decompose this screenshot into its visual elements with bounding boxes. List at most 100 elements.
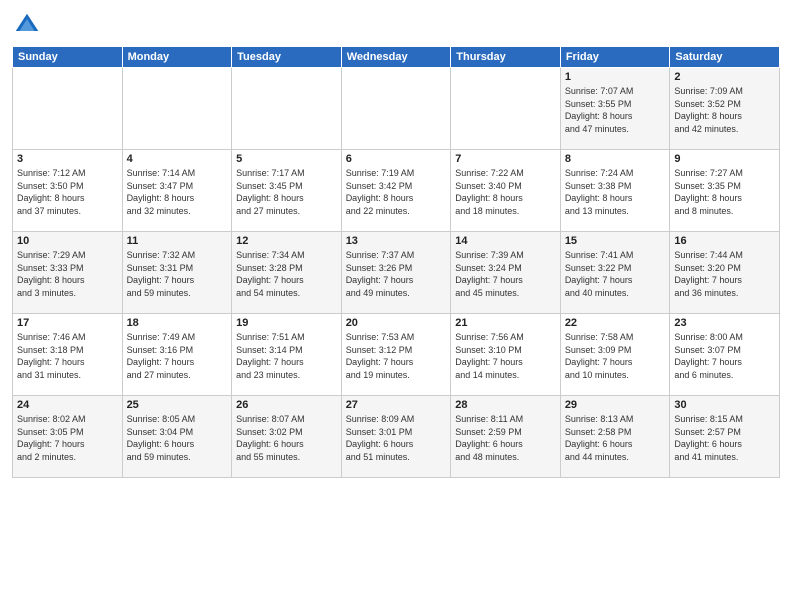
day-number: 19 <box>236 317 337 329</box>
logo-icon <box>12 10 42 40</box>
day-number: 17 <box>17 317 118 329</box>
week-row-5: 24Sunrise: 8:02 AM Sunset: 3:05 PM Dayli… <box>13 396 780 478</box>
calendar-cell: 3 Sunrise: 7:12 AM Sunset: 3:50 PM Daylig… <box>13 150 123 232</box>
weekday-header-wednesday: Wednesday <box>341 47 451 68</box>
day-number: 16 <box>674 235 775 247</box>
day-info: Sunrise: 7:44 AM Sunset: 3:20 PM Dayligh… <box>674 249 775 299</box>
calendar-cell <box>451 68 561 150</box>
day-info: Sunrise: 8:09 AM Sunset: 3:01 PM Dayligh… <box>346 413 447 463</box>
day-number: 27 <box>346 399 447 411</box>
day-number: 22 <box>565 317 666 329</box>
weekday-header-saturday: Saturday <box>670 47 780 68</box>
day-info: Sunrise: 7:19 AM Sunset: 3:42 PM Dayligh… <box>346 167 447 217</box>
calendar-cell <box>341 68 451 150</box>
calendar-cell: 11 Sunrise: 7:32 AM Sunset: 3:31 PM Dayli… <box>122 232 232 314</box>
day-number: 25 <box>127 399 228 411</box>
logo <box>12 10 46 40</box>
day-info: Sunrise: 7:37 AM Sunset: 3:26 PM Dayligh… <box>346 249 447 299</box>
calendar-cell: 12 Sunrise: 7:34 AM Sunset: 3:28 PM Dayli… <box>232 232 342 314</box>
day-number: 24 <box>17 399 118 411</box>
day-info: Sunrise: 7:22 AM Sunset: 3:40 PM Dayligh… <box>455 167 556 217</box>
day-info: Sunrise: 8:00 AM Sunset: 3:07 PM Dayligh… <box>674 331 775 381</box>
day-info: Sunrise: 7:12 AM Sunset: 3:50 PM Dayligh… <box>17 167 118 217</box>
day-number: 2 <box>674 71 775 83</box>
day-info: Sunrise: 8:05 AM Sunset: 3:04 PM Dayligh… <box>127 413 228 463</box>
calendar-cell <box>122 68 232 150</box>
weekday-header-row: SundayMondayTuesdayWednesdayThursdayFrid… <box>13 47 780 68</box>
calendar-cell: 8 Sunrise: 7:24 AM Sunset: 3:38 PM Daylig… <box>560 150 670 232</box>
day-info: Sunrise: 7:14 AM Sunset: 3:47 PM Dayligh… <box>127 167 228 217</box>
week-row-1: 1Sunrise: 7:07 AM Sunset: 3:55 PM Daylig… <box>13 68 780 150</box>
day-number: 7 <box>455 153 556 165</box>
calendar-cell: 26 Sunrise: 8:07 AM Sunset: 3:02 PM Dayli… <box>232 396 342 478</box>
day-number: 10 <box>17 235 118 247</box>
day-number: 6 <box>346 153 447 165</box>
day-info: Sunrise: 7:34 AM Sunset: 3:28 PM Dayligh… <box>236 249 337 299</box>
weekday-header-monday: Monday <box>122 47 232 68</box>
day-number: 12 <box>236 235 337 247</box>
calendar-cell: 17Sunrise: 7:46 AM Sunset: 3:18 PM Dayli… <box>13 314 123 396</box>
page: SundayMondayTuesdayWednesdayThursdayFrid… <box>0 0 792 612</box>
day-number: 29 <box>565 399 666 411</box>
calendar-cell: 19 Sunrise: 7:51 AM Sunset: 3:14 PM Dayli… <box>232 314 342 396</box>
day-number: 11 <box>127 235 228 247</box>
day-info: Sunrise: 7:58 AM Sunset: 3:09 PM Dayligh… <box>565 331 666 381</box>
day-number: 8 <box>565 153 666 165</box>
week-row-4: 17Sunrise: 7:46 AM Sunset: 3:18 PM Dayli… <box>13 314 780 396</box>
calendar-cell: 14Sunrise: 7:39 AM Sunset: 3:24 PM Dayli… <box>451 232 561 314</box>
day-number: 30 <box>674 399 775 411</box>
calendar-cell: 30Sunrise: 8:15 AM Sunset: 2:57 PM Dayli… <box>670 396 780 478</box>
calendar-cell: 7 Sunrise: 7:22 AM Sunset: 3:40 PM Daylig… <box>451 150 561 232</box>
calendar-cell: 20 Sunrise: 7:53 AM Sunset: 3:12 PM Dayli… <box>341 314 451 396</box>
day-number: 18 <box>127 317 228 329</box>
calendar-cell: 24Sunrise: 8:02 AM Sunset: 3:05 PM Dayli… <box>13 396 123 478</box>
day-info: Sunrise: 7:29 AM Sunset: 3:33 PM Dayligh… <box>17 249 118 299</box>
day-info: Sunrise: 8:13 AM Sunset: 2:58 PM Dayligh… <box>565 413 666 463</box>
weekday-header-friday: Friday <box>560 47 670 68</box>
weekday-header-tuesday: Tuesday <box>232 47 342 68</box>
day-info: Sunrise: 7:53 AM Sunset: 3:12 PM Dayligh… <box>346 331 447 381</box>
calendar-cell: 2Sunrise: 7:09 AM Sunset: 3:52 PM Daylig… <box>670 68 780 150</box>
calendar-cell: 4 Sunrise: 7:14 AM Sunset: 3:47 PM Daylig… <box>122 150 232 232</box>
day-number: 21 <box>455 317 556 329</box>
calendar-cell: 22 Sunrise: 7:58 AM Sunset: 3:09 PM Dayli… <box>560 314 670 396</box>
day-number: 23 <box>674 317 775 329</box>
calendar-cell: 16 Sunrise: 7:44 AM Sunset: 3:20 PM Dayli… <box>670 232 780 314</box>
calendar-cell: 25 Sunrise: 8:05 AM Sunset: 3:04 PM Dayli… <box>122 396 232 478</box>
calendar-cell <box>232 68 342 150</box>
day-number: 13 <box>346 235 447 247</box>
day-number: 5 <box>236 153 337 165</box>
day-number: 26 <box>236 399 337 411</box>
calendar-cell: 28 Sunrise: 8:11 AM Sunset: 2:59 PM Dayli… <box>451 396 561 478</box>
day-info: Sunrise: 7:39 AM Sunset: 3:24 PM Dayligh… <box>455 249 556 299</box>
weekday-header-sunday: Sunday <box>13 47 123 68</box>
day-info: Sunrise: 7:41 AM Sunset: 3:22 PM Dayligh… <box>565 249 666 299</box>
calendar-cell: 15Sunrise: 7:41 AM Sunset: 3:22 PM Dayli… <box>560 232 670 314</box>
day-info: Sunrise: 7:32 AM Sunset: 3:31 PM Dayligh… <box>127 249 228 299</box>
day-number: 1 <box>565 71 666 83</box>
calendar-cell: 21 Sunrise: 7:56 AM Sunset: 3:10 PM Dayli… <box>451 314 561 396</box>
day-number: 3 <box>17 153 118 165</box>
day-info: Sunrise: 7:17 AM Sunset: 3:45 PM Dayligh… <box>236 167 337 217</box>
calendar-cell: 13 Sunrise: 7:37 AM Sunset: 3:26 PM Dayli… <box>341 232 451 314</box>
day-number: 4 <box>127 153 228 165</box>
day-info: Sunrise: 7:24 AM Sunset: 3:38 PM Dayligh… <box>565 167 666 217</box>
day-number: 20 <box>346 317 447 329</box>
calendar: SundayMondayTuesdayWednesdayThursdayFrid… <box>12 46 780 478</box>
day-info: Sunrise: 7:49 AM Sunset: 3:16 PM Dayligh… <box>127 331 228 381</box>
calendar-cell: 23 Sunrise: 8:00 AM Sunset: 3:07 PM Dayli… <box>670 314 780 396</box>
day-number: 9 <box>674 153 775 165</box>
weekday-header-thursday: Thursday <box>451 47 561 68</box>
week-row-3: 10 Sunrise: 7:29 AM Sunset: 3:33 PM Dayli… <box>13 232 780 314</box>
calendar-cell: 10 Sunrise: 7:29 AM Sunset: 3:33 PM Dayli… <box>13 232 123 314</box>
day-number: 28 <box>455 399 556 411</box>
day-info: Sunrise: 7:56 AM Sunset: 3:10 PM Dayligh… <box>455 331 556 381</box>
day-info: Sunrise: 7:51 AM Sunset: 3:14 PM Dayligh… <box>236 331 337 381</box>
day-info: Sunrise: 8:11 AM Sunset: 2:59 PM Dayligh… <box>455 413 556 463</box>
calendar-cell: 1Sunrise: 7:07 AM Sunset: 3:55 PM Daylig… <box>560 68 670 150</box>
calendar-cell: 9Sunrise: 7:27 AM Sunset: 3:35 PM Daylig… <box>670 150 780 232</box>
header-area <box>12 10 780 40</box>
calendar-cell: 18 Sunrise: 7:49 AM Sunset: 3:16 PM Dayli… <box>122 314 232 396</box>
calendar-cell: 5 Sunrise: 7:17 AM Sunset: 3:45 PM Daylig… <box>232 150 342 232</box>
day-info: Sunrise: 8:07 AM Sunset: 3:02 PM Dayligh… <box>236 413 337 463</box>
